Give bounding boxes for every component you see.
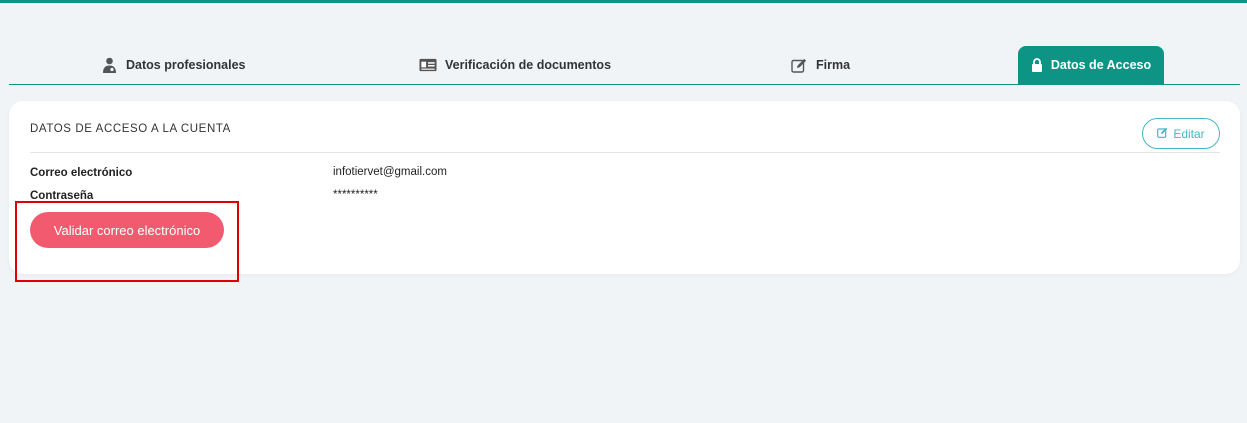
password-value: ********** <box>333 189 378 201</box>
tab-verificacion-documentos[interactable]: Verificación de documentos <box>419 46 611 84</box>
tab-label: Verificación de documentos <box>445 58 612 72</box>
lock-icon <box>1031 56 1043 74</box>
card-divider <box>30 152 1220 153</box>
tab-label: Firma <box>816 58 851 72</box>
tab-label: Datos profesionales <box>126 58 246 72</box>
tab-firma[interactable]: Firma <box>790 46 850 84</box>
edit-label: Editar <box>1173 126 1205 141</box>
doctor-icon <box>100 56 118 74</box>
email-value: infotiervet@gmail.com <box>333 166 447 178</box>
tab-label: Datos de Acceso <box>1050 58 1152 72</box>
pen-square-icon <box>790 56 808 74</box>
top-accent-bar <box>0 0 1247 3</box>
highlight-annotation-box <box>15 201 239 282</box>
id-card-icon <box>419 56 437 74</box>
edit-button[interactable]: Editar <box>1142 118 1220 149</box>
tab-bar: Datos profesionales Verificación de docu… <box>9 46 1240 85</box>
email-label: Correo electrónico <box>30 167 133 179</box>
edit-icon <box>1157 127 1168 141</box>
card-title: DATOS DE ACCESO A LA CUENTA <box>30 123 231 135</box>
tab-datos-acceso[interactable]: Datos de Acceso <box>1018 46 1164 84</box>
tab-datos-profesionales[interactable]: Datos profesionales <box>100 46 245 84</box>
